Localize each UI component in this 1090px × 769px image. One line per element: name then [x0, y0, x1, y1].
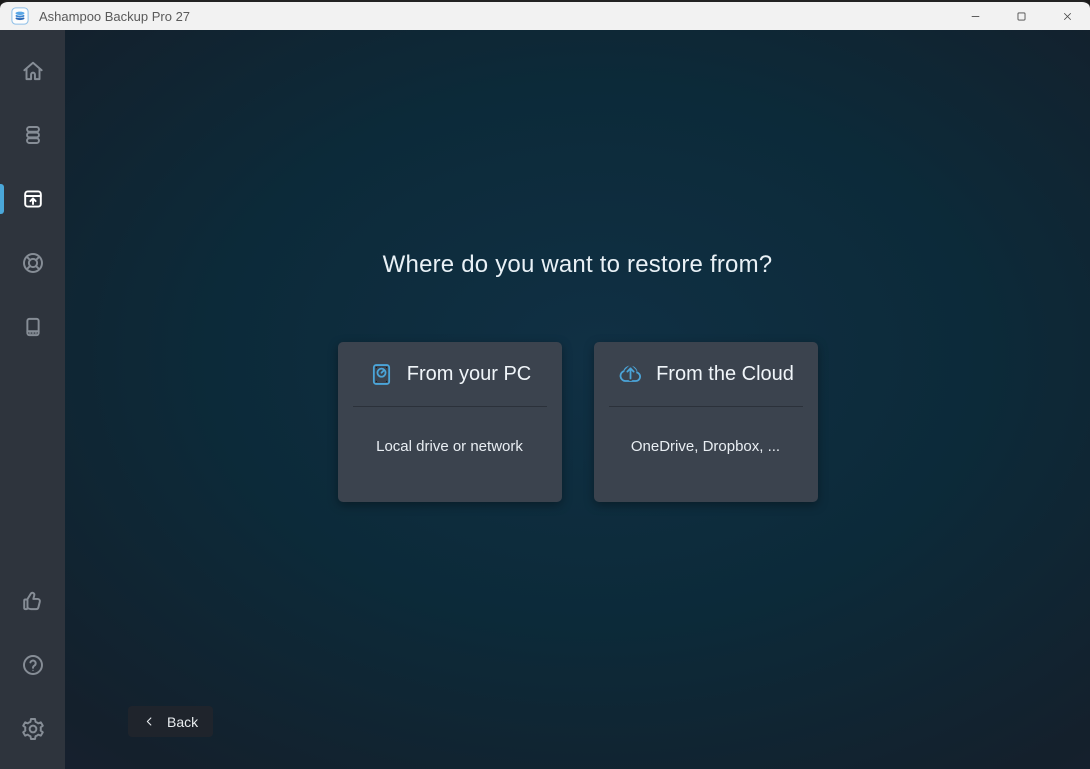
maximize-button[interactable]	[998, 2, 1044, 30]
external-drive-icon	[20, 314, 46, 340]
home-icon	[20, 58, 46, 84]
sidebar-item-rescue-system[interactable]	[0, 231, 65, 295]
minimize-icon	[969, 10, 982, 23]
card-subtitle: OneDrive, Dropbox, ...	[631, 438, 780, 455]
back-button-label: Back	[167, 714, 198, 730]
restore-source-cards: From your PC Local drive or network From…	[65, 342, 1090, 502]
chevron-left-icon	[143, 715, 156, 728]
card-title: From your PC	[407, 363, 531, 386]
maximize-icon	[1015, 10, 1028, 23]
sidebar-item-backup-plans[interactable]	[0, 103, 65, 167]
sidebar	[0, 30, 65, 769]
card-title-row: From your PC	[368, 357, 531, 391]
gear-icon	[20, 716, 46, 742]
card-divider	[353, 406, 547, 407]
restore-box-icon	[20, 186, 46, 212]
sidebar-top-group	[0, 39, 65, 359]
window-title: Ashampoo Backup Pro 27	[39, 9, 952, 24]
question-circle-icon	[20, 652, 46, 678]
sidebar-item-help[interactable]	[0, 633, 65, 697]
hard-drive-icon	[368, 361, 395, 388]
card-title-row: From the Cloud	[617, 357, 794, 391]
minimize-button[interactable]	[952, 2, 998, 30]
window-controls	[952, 2, 1090, 30]
card-subtitle: Local drive or network	[376, 438, 523, 455]
titlebar: Ashampoo Backup Pro 27	[0, 0, 1090, 30]
active-indicator-bar	[0, 184, 4, 214]
sidebar-bottom-group	[0, 569, 65, 761]
sidebar-item-settings[interactable]	[0, 697, 65, 761]
sidebar-item-rate[interactable]	[0, 569, 65, 633]
lifebuoy-icon	[20, 250, 46, 276]
close-icon	[1061, 10, 1074, 23]
disk-stack-icon	[20, 122, 46, 148]
page-title: Where do you want to restore from?	[65, 250, 1090, 280]
card-from-your-pc[interactable]: From your PC Local drive or network	[338, 342, 562, 502]
app-logo-icon	[11, 7, 29, 25]
card-divider	[609, 406, 803, 407]
card-from-the-cloud[interactable]: From the Cloud OneDrive, Dropbox, ...	[594, 342, 818, 502]
back-button[interactable]: Back	[128, 706, 213, 737]
close-button[interactable]	[1044, 2, 1090, 30]
sidebar-item-drive[interactable]	[0, 295, 65, 359]
sidebar-item-restore[interactable]	[0, 167, 65, 231]
sidebar-spacer	[0, 359, 65, 569]
sidebar-item-home[interactable]	[0, 39, 65, 103]
app-window: Ashampoo Backup Pro 27	[0, 0, 1090, 769]
card-title: From the Cloud	[656, 363, 794, 386]
thumbs-up-icon	[20, 588, 46, 614]
main-content: Where do you want to restore from? From …	[65, 30, 1090, 769]
cloud-upload-icon	[617, 361, 644, 388]
